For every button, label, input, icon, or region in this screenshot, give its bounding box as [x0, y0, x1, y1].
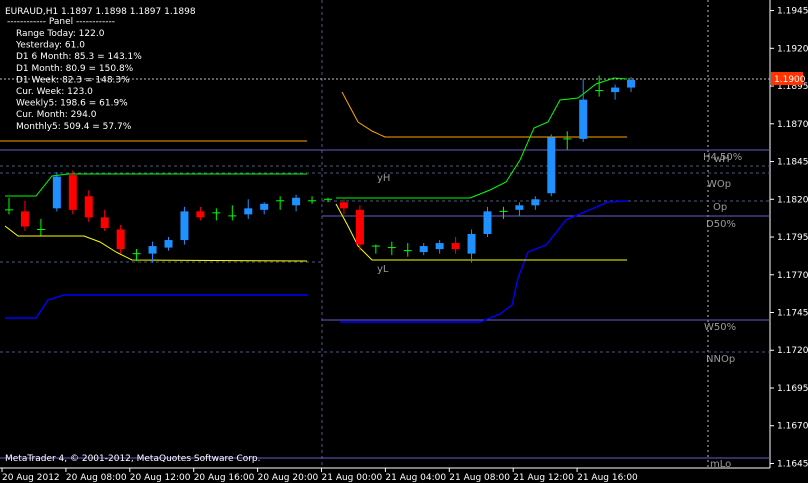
price-tick-label: 1.1820 [777, 195, 808, 205]
candle-body [355, 209, 364, 245]
candle-body [467, 234, 476, 254]
candle-body [611, 87, 620, 93]
candle-body [435, 243, 444, 250]
price-tick-label: 1.1670 [777, 422, 808, 432]
candle-body [547, 137, 556, 194]
price-tick-label: 1.1720 [777, 346, 808, 356]
current-price-label: 1.1900 [774, 75, 806, 85]
price-tick-label: 1.1945 [777, 7, 808, 17]
symbol-header: EURAUD,H1 1.1897 1.1898 1.1897 1.1898 [5, 7, 196, 17]
time-tick-label: 20 Aug 08:00 [66, 473, 127, 483]
panel-row: D1 6 Month: 85.3 = 143.1% [16, 52, 142, 62]
label-wh: wH [714, 154, 730, 165]
candle [355, 205, 364, 251]
candle-body [627, 80, 636, 88]
candle-body [180, 211, 189, 241]
candle-body [196, 211, 205, 218]
time-tick-label: 21 Aug 00:00 [322, 473, 383, 483]
time-tick-label: 21 Aug 08:00 [449, 473, 510, 483]
candle-body [68, 175, 77, 210]
candle-body [148, 246, 157, 254]
candle-body [244, 208, 253, 215]
candle-body [339, 202, 348, 209]
panel-row: D1 Month: 80.9 = 150.8% [16, 64, 134, 74]
candle-body [100, 217, 109, 228]
price-tick-label: 1.1870 [777, 120, 808, 130]
time-tick-label: 21 Aug 12:00 [513, 473, 574, 483]
price-tick-label: 1.1695 [777, 384, 808, 394]
label-w50: W50% [704, 322, 736, 333]
label-mlo: mLo [710, 459, 731, 470]
candle-body [292, 197, 301, 206]
candle-body [164, 240, 173, 248]
candle-body [419, 246, 428, 253]
price-tick-label: 1.1845 [777, 158, 808, 168]
label-yl: yL [377, 264, 389, 275]
candle-body [116, 229, 125, 250]
panel-row: Range Today: 122.0 [16, 29, 105, 39]
candle [180, 206, 189, 245]
panel-row: Yesterday: 61.0 [15, 41, 85, 51]
time-tick-label: 21 Aug 04:00 [385, 473, 446, 483]
label-nnop: NNOp [706, 354, 735, 365]
price-tick-label: 1.1920 [777, 44, 808, 54]
time-tick-label: 20 Aug 12:00 [130, 473, 191, 483]
label-op: Op [713, 202, 727, 213]
panel-row: D1 Week: 82.3 = 148.3% [16, 75, 130, 85]
panel-row: Cur. Week: 123.0 [16, 87, 93, 97]
panel-row: Weekly5: 198.6 = 61.9% [16, 99, 128, 109]
candle-body [531, 199, 540, 206]
price-chart[interactable]: EURAUD,H1 1.1897 1.1898 1.1897 1.1898 --… [0, 0, 808, 483]
panel-row: Monthly5: 509.4 = 57.7% [16, 122, 132, 132]
candle-body [52, 176, 61, 209]
candle-body [84, 196, 93, 218]
time-tick-label: 20 Aug 16:00 [194, 473, 255, 483]
price-tick-label: 1.1745 [777, 309, 808, 319]
candle [68, 170, 77, 215]
label-d50: D50% [706, 219, 736, 230]
label-wop: WOp [707, 179, 731, 190]
candle-body [515, 205, 524, 210]
price-tick-label: 1.1645 [777, 459, 808, 469]
candle-body [483, 211, 492, 234]
copyright-text: MetaTrader 4, © 2001-2012, MetaQuotes So… [5, 454, 261, 464]
time-tick-label: 20 Aug 2012 [2, 473, 60, 483]
price-tick-label: 1.1770 [777, 271, 808, 281]
time-tick-label: 21 Aug 16:00 [577, 473, 638, 483]
candle [483, 206, 492, 238]
candle-body [260, 203, 269, 210]
panel-row: Cur. Month: 294.0 [16, 110, 97, 120]
panel-title: ------------ Panel ------------ [7, 17, 115, 27]
label-yh: yH [377, 173, 390, 184]
price-tick-label: 1.1795 [777, 233, 808, 243]
candle [52, 172, 61, 212]
time-tick-label: 20 Aug 20:00 [258, 473, 319, 483]
candle [547, 134, 556, 197]
candle-body [579, 99, 588, 139]
candle-body [451, 243, 460, 250]
candle-body [20, 211, 29, 227]
